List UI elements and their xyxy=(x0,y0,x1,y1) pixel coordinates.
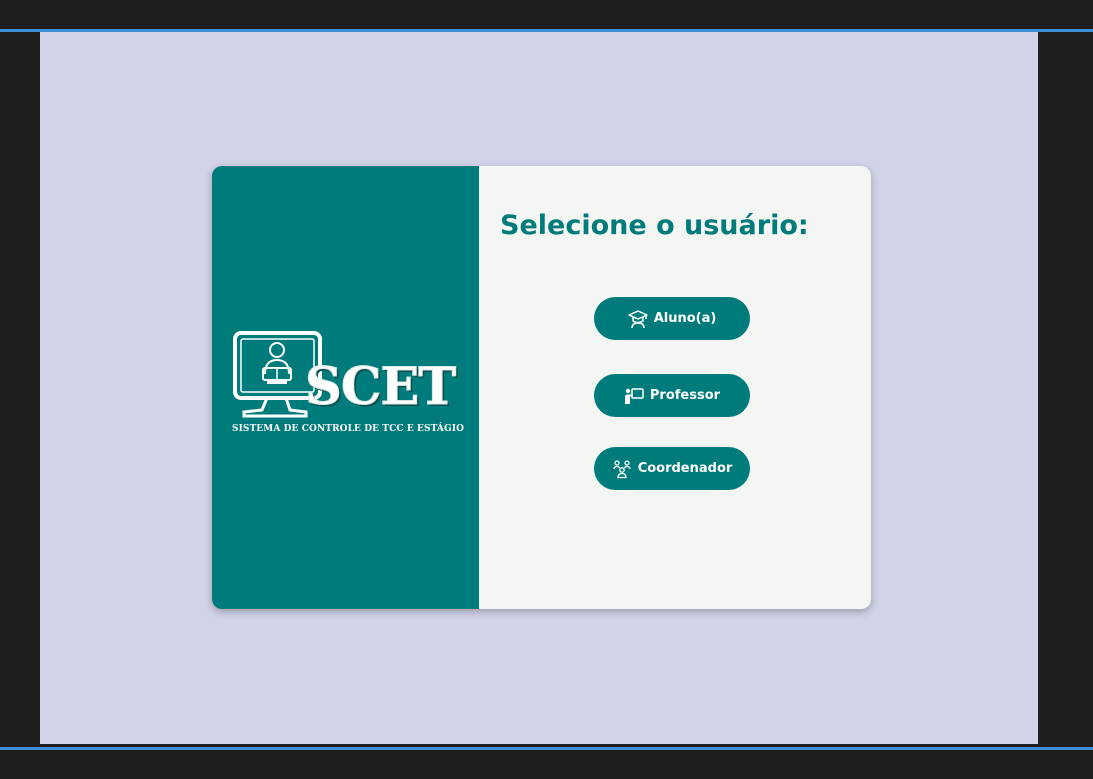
teacher-board-icon xyxy=(624,386,644,406)
group-icon xyxy=(612,459,632,479)
login-card: SCET SISTEMA DE CONTROLE DE TCC E ESTÁGI… xyxy=(212,166,871,609)
professor-button[interactable]: Professor xyxy=(594,374,750,417)
coordenador-button[interactable]: Coordenador xyxy=(594,447,750,490)
scet-logo: SCET SISTEMA DE CONTROLE DE TCC E ESTÁGI… xyxy=(232,330,465,440)
logo-tagline: SISTEMA DE CONTROLE DE TCC E ESTÁGIO xyxy=(232,424,465,434)
user-select-panel: Selecione o usuário: Aluno(a) Professor … xyxy=(479,166,871,609)
aluno-button-label: Aluno(a) xyxy=(653,311,717,326)
bottom-frame-line xyxy=(0,747,1093,750)
professor-button-label: Professor xyxy=(649,388,721,403)
graduation-cap-icon xyxy=(627,309,648,329)
aluno-button[interactable]: Aluno(a) xyxy=(594,297,750,340)
page-title: Selecione o usuário: xyxy=(500,210,809,241)
logo-wordmark: SCET xyxy=(304,357,456,417)
brand-panel: SCET SISTEMA DE CONTROLE DE TCC E ESTÁGI… xyxy=(212,166,479,609)
coordenador-button-label: Coordenador xyxy=(637,461,733,476)
page-viewport: SCET SISTEMA DE CONTROLE DE TCC E ESTÁGI… xyxy=(40,32,1038,744)
